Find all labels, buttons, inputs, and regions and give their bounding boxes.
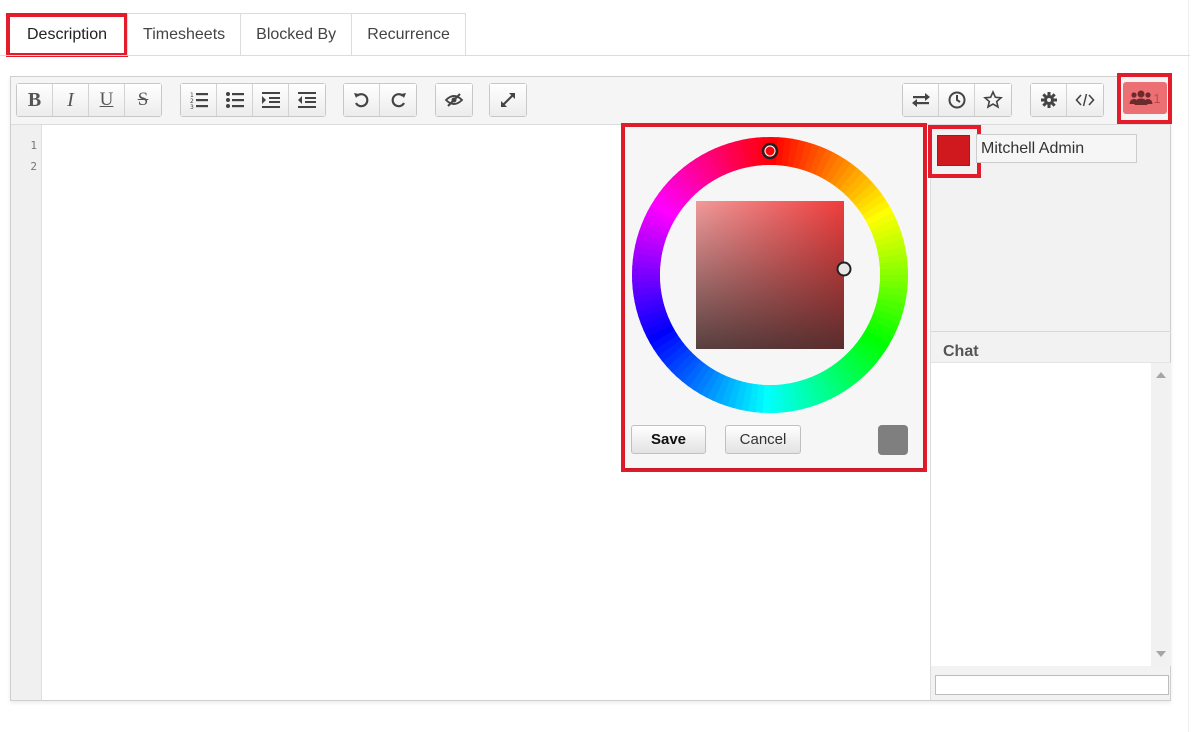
svg-text:3: 3 bbox=[190, 104, 194, 110]
fullscreen-button[interactable] bbox=[490, 84, 526, 116]
underline-button[interactable]: U bbox=[89, 84, 125, 116]
fullscreen-group bbox=[489, 83, 527, 117]
saturation-handle[interactable] bbox=[836, 261, 852, 277]
indent-button[interactable] bbox=[253, 84, 289, 116]
code-editor: B I U S 123 1 1 2 Mitchell Admin Chat bbox=[10, 73, 1172, 701]
tab-recurrence[interactable]: Recurrence bbox=[351, 13, 466, 56]
star-icon bbox=[983, 90, 1003, 109]
tab-bar: Description Timesheets Blocked By Recurr… bbox=[6, 13, 466, 57]
color-wheel[interactable] bbox=[632, 137, 908, 413]
italic-button[interactable]: I bbox=[53, 84, 89, 116]
editor-toolbar: B I U S 123 1 bbox=[11, 73, 1172, 125]
code-view-button[interactable] bbox=[1067, 84, 1103, 116]
chat-messages bbox=[931, 362, 1171, 666]
indent-icon bbox=[261, 92, 280, 108]
tab-timesheets[interactable]: Timesheets bbox=[127, 13, 242, 56]
underline-glyph: U bbox=[99, 89, 114, 110]
expand-icon bbox=[501, 93, 515, 107]
scroll-up-icon[interactable] bbox=[1156, 372, 1166, 378]
chat-label: Chat bbox=[943, 343, 979, 360]
line-gutter: 1 2 bbox=[11, 125, 42, 700]
favorite-button[interactable] bbox=[975, 84, 1011, 116]
bullet-list-icon bbox=[225, 92, 244, 108]
collaborators-highlight: 1 bbox=[1117, 73, 1172, 124]
swap-button[interactable] bbox=[903, 84, 939, 116]
swap-arrows-icon bbox=[911, 93, 930, 107]
scroll-down-icon[interactable] bbox=[1156, 651, 1166, 657]
italic-glyph: I bbox=[67, 88, 74, 111]
history-group bbox=[343, 83, 417, 117]
chat-scrollbar[interactable] bbox=[1151, 363, 1171, 666]
outdent-button[interactable] bbox=[289, 84, 325, 116]
line-number: 2 bbox=[30, 160, 37, 173]
format-group: B I U S bbox=[16, 83, 162, 117]
users-icon bbox=[1129, 90, 1153, 105]
code-icon bbox=[1075, 93, 1095, 107]
undo-icon bbox=[353, 93, 368, 108]
undo-button[interactable] bbox=[344, 84, 380, 116]
settings-group bbox=[1030, 83, 1104, 117]
user-color-highlight bbox=[928, 125, 981, 178]
tab-blocked-by[interactable]: Blocked By bbox=[240, 13, 353, 56]
outdent-icon bbox=[298, 92, 316, 108]
ordered-list-icon: 123 bbox=[190, 92, 208, 110]
toggle-preview-button[interactable] bbox=[436, 84, 472, 116]
bold-button[interactable]: B bbox=[17, 84, 53, 116]
preview-group bbox=[435, 83, 473, 117]
chat-input[interactable] bbox=[935, 675, 1169, 695]
user-name-field[interactable]: Mitchell Admin bbox=[976, 134, 1137, 163]
eye-slash-icon bbox=[444, 93, 464, 107]
color-preview-swatch bbox=[878, 425, 908, 455]
ordered-list-button[interactable]: 123 bbox=[181, 84, 217, 116]
collaborators-count: 1 bbox=[1153, 90, 1161, 106]
bullet-list-button[interactable] bbox=[217, 84, 253, 116]
redo-button[interactable] bbox=[380, 84, 416, 116]
strikethrough-glyph: S bbox=[137, 89, 149, 110]
collaborators-button[interactable]: 1 bbox=[1123, 82, 1167, 114]
cancel-button[interactable]: Cancel bbox=[725, 425, 801, 454]
line-number: 1 bbox=[30, 139, 37, 152]
clock-icon bbox=[948, 91, 965, 109]
user-color-swatch[interactable] bbox=[937, 135, 970, 166]
list-group: 123 bbox=[180, 83, 326, 117]
save-button[interactable]: Save bbox=[631, 425, 706, 454]
tab-description[interactable]: Description bbox=[6, 13, 129, 57]
strikethrough-button[interactable]: S bbox=[125, 84, 161, 116]
page-edge bbox=[1188, 0, 1189, 732]
redo-icon bbox=[391, 93, 406, 108]
collaboration-panel: Mitchell Admin Chat bbox=[928, 125, 1171, 700]
gear-icon bbox=[1040, 92, 1057, 108]
settings-button[interactable] bbox=[1031, 84, 1067, 116]
tools-group bbox=[902, 83, 1012, 117]
color-picker-body: Save Cancel bbox=[625, 127, 923, 468]
color-picker-popup: Save Cancel bbox=[621, 123, 927, 472]
history-button[interactable] bbox=[939, 84, 975, 116]
bold-glyph: B bbox=[27, 88, 42, 111]
tab-divider bbox=[0, 55, 1190, 56]
